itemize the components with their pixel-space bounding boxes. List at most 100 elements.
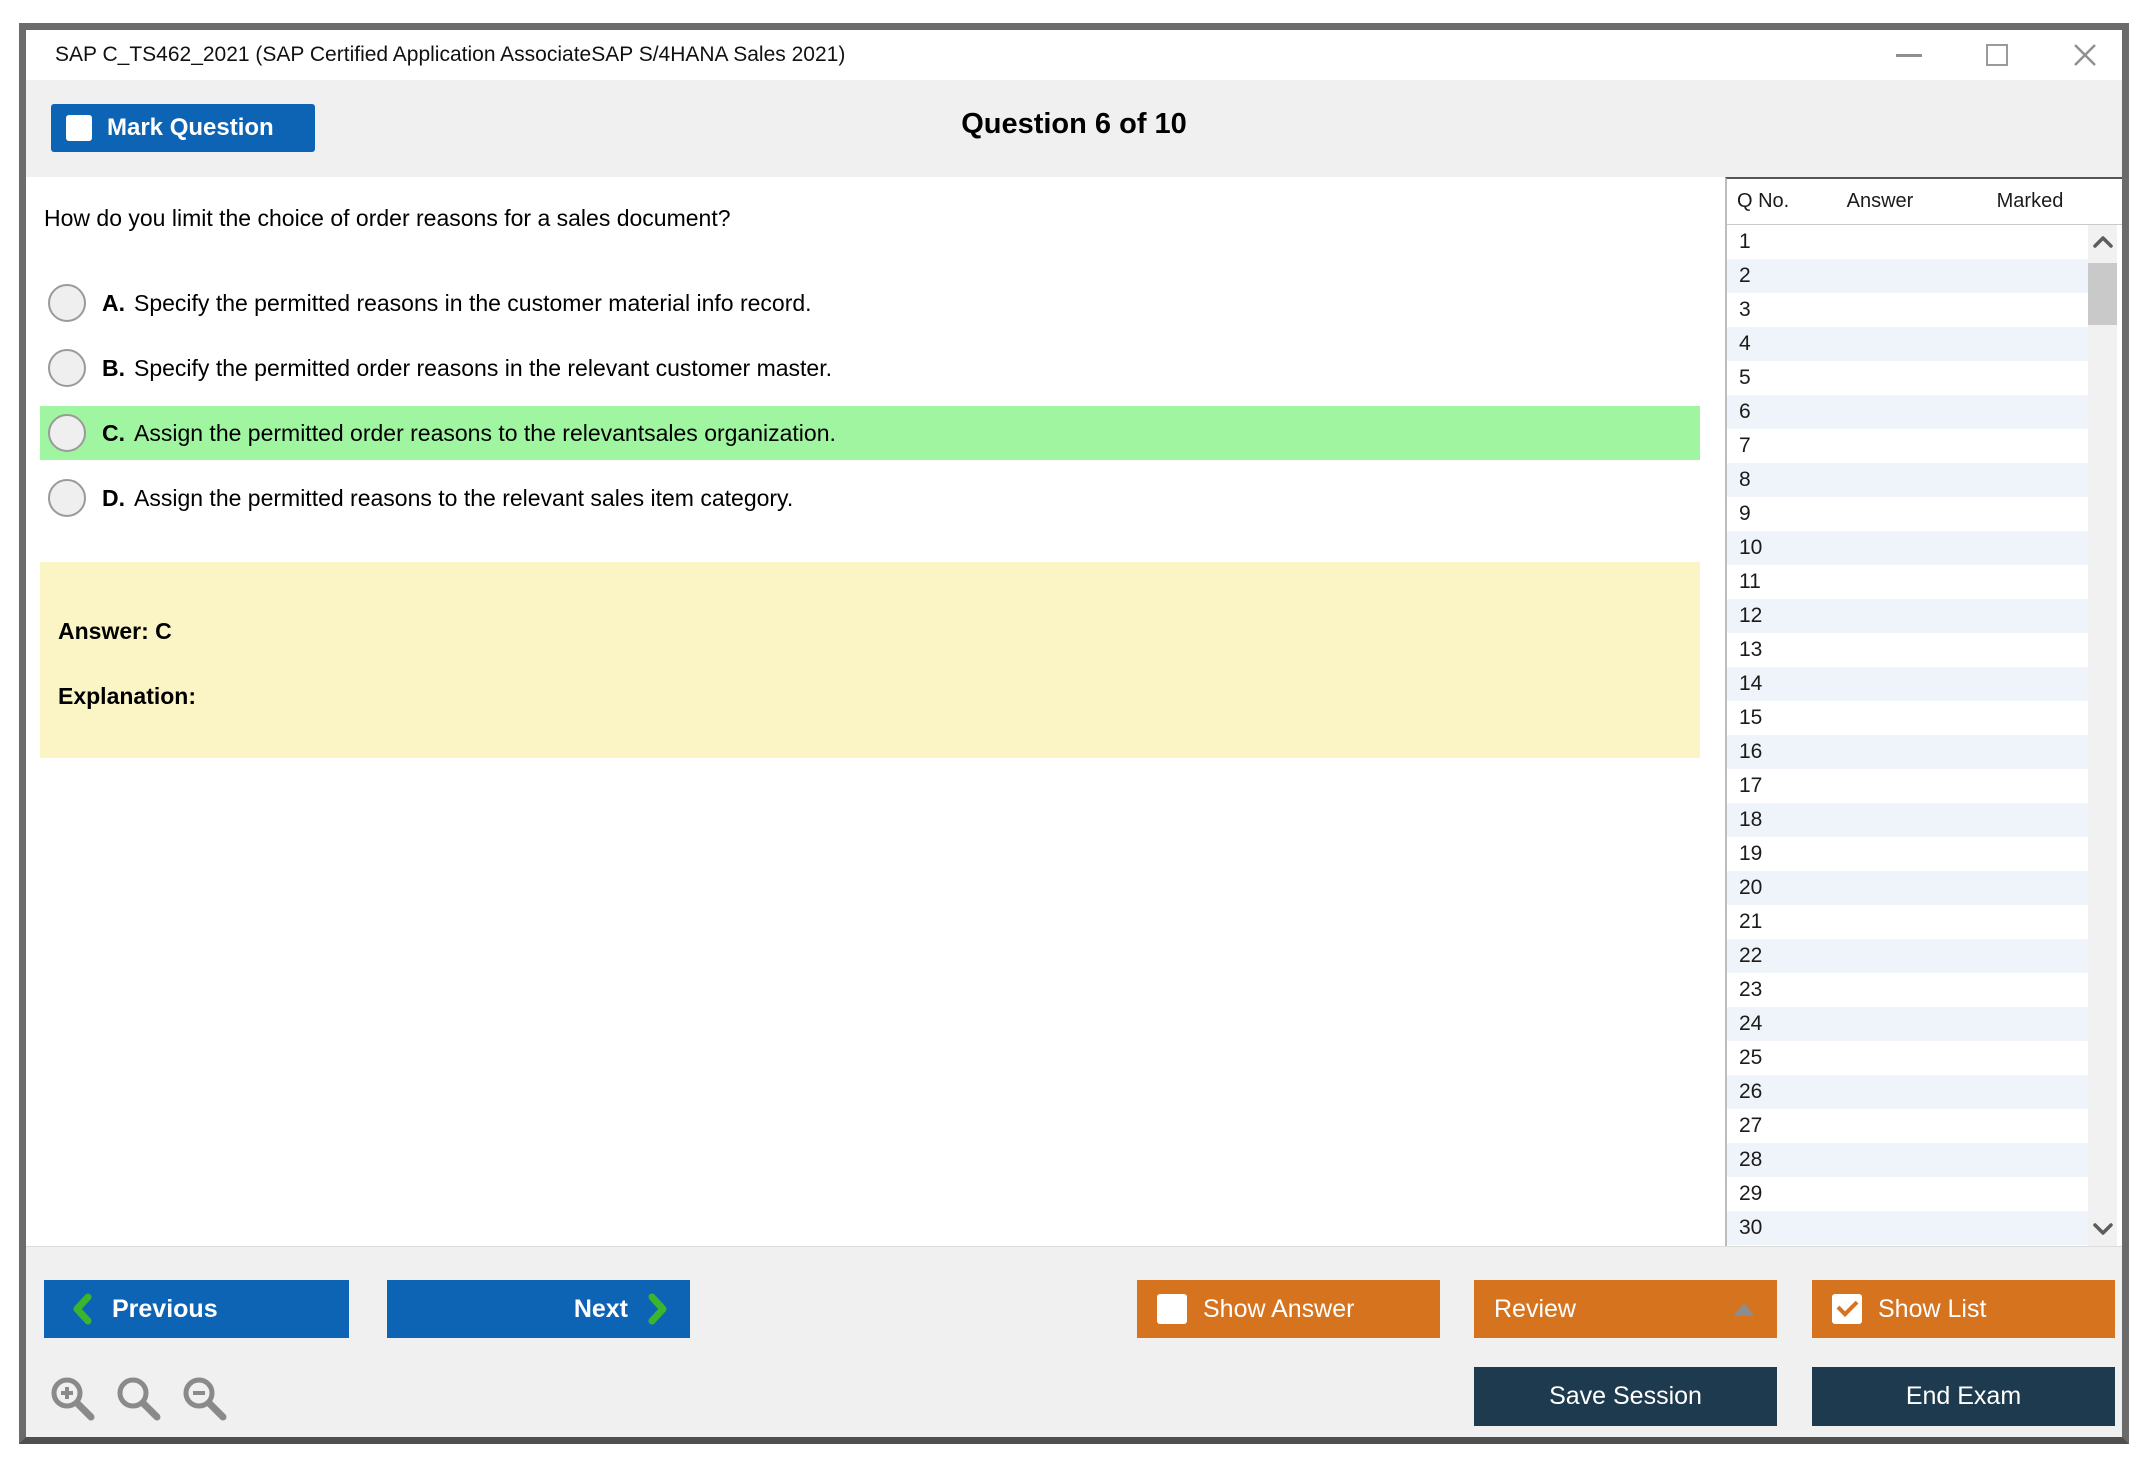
question-list-row[interactable]: 16 — [1727, 735, 2088, 769]
question-number: 16 — [1739, 740, 1763, 763]
question-list-row[interactable]: 20 — [1727, 871, 2088, 905]
question-text: How do you limit the choice of order rea… — [44, 205, 731, 231]
previous-button[interactable]: Previous — [44, 1280, 349, 1338]
question-list-row[interactable]: 21 — [1727, 905, 2088, 939]
question-list-body: 1 2 3 4 5 6 7 8 9 10 11 12 13 14 15 16 1… — [1727, 225, 2122, 1246]
question-list-row[interactable]: 11 — [1727, 565, 2088, 599]
radio-button[interactable] — [48, 479, 86, 517]
question-list: 1 2 3 4 5 6 7 8 9 10 11 12 13 14 15 16 1… — [1727, 225, 2088, 1245]
question-number: 14 — [1739, 672, 1763, 695]
question-number: 28 — [1739, 1148, 1763, 1171]
maximize-button[interactable] — [1982, 40, 2012, 70]
question-list-row[interactable]: 24 — [1727, 1007, 2088, 1041]
question-list-row[interactable]: 27 — [1727, 1109, 2088, 1143]
question-list-row[interactable]: 29 — [1727, 1177, 2088, 1211]
question-list-row[interactable]: 1 — [1727, 225, 2088, 259]
question-list-row[interactable]: 3 — [1727, 293, 2088, 327]
question-list-row[interactable]: 8 — [1727, 463, 2088, 497]
question-list-row[interactable]: 22 — [1727, 939, 2088, 973]
show-list-button[interactable]: Show List — [1812, 1280, 2115, 1338]
question-number: 20 — [1739, 876, 1763, 899]
question-number: 5 — [1739, 366, 1751, 389]
question-list-row[interactable]: 4 — [1727, 327, 2088, 361]
option-text: Specify the permitted reasons in the cus… — [134, 289, 812, 316]
answer-option-a[interactable]: A. Specify the permitted reasons in the … — [40, 276, 1700, 330]
scrollbar-thumb[interactable] — [2088, 263, 2117, 325]
question-number: 12 — [1739, 604, 1763, 627]
show-list-checkbox[interactable] — [1832, 1294, 1862, 1324]
window-title: SAP C_TS462_2021 (SAP Certified Applicat… — [55, 43, 846, 66]
chevron-up-icon — [2092, 236, 2113, 248]
question-list-row[interactable]: 30 — [1727, 1211, 2088, 1245]
show-answer-label: Show Answer — [1203, 1294, 1355, 1323]
option-text: Specify the permitted order reasons in t… — [134, 354, 832, 381]
question-number: 27 — [1739, 1114, 1763, 1137]
question-panel: How do you limit the choice of order rea… — [26, 177, 1725, 1246]
save-session-label: Save Session — [1549, 1382, 1702, 1410]
radio-button[interactable] — [48, 414, 86, 452]
chevron-down-icon — [2092, 1223, 2113, 1235]
question-number: 26 — [1739, 1080, 1763, 1103]
option-text: Assign the permitted order reasons to th… — [134, 419, 836, 446]
chevron-left-icon — [73, 1293, 92, 1325]
save-session-button[interactable]: Save Session — [1474, 1367, 1777, 1426]
question-list-row[interactable]: 23 — [1727, 973, 2088, 1007]
question-number: 2 — [1739, 264, 1751, 287]
question-list-row[interactable]: 18 — [1727, 803, 2088, 837]
zoom-out-icon[interactable] — [180, 1374, 230, 1424]
answer-option-d[interactable]: D. Assign the permitted reasons to the r… — [40, 471, 1700, 525]
minimize-icon — [1896, 53, 1922, 57]
question-number: 17 — [1739, 774, 1763, 797]
window-controls — [1894, 40, 2100, 70]
question-list-row[interactable]: 9 — [1727, 497, 2088, 531]
question-number: 18 — [1739, 808, 1763, 831]
app-window: SAP C_TS462_2021 (SAP Certified Applicat… — [19, 23, 2129, 1444]
question-list-row[interactable]: 26 — [1727, 1075, 2088, 1109]
question-list-row[interactable]: 6 — [1727, 395, 2088, 429]
question-number: 11 — [1739, 570, 1761, 593]
question-list-row[interactable]: 13 — [1727, 633, 2088, 667]
question-list-row[interactable]: 28 — [1727, 1143, 2088, 1177]
option-text: Assign the permitted reasons to the rele… — [134, 484, 794, 511]
titlebar: SAP C_TS462_2021 (SAP Certified Applicat… — [26, 30, 2122, 80]
question-list-row[interactable]: 7 — [1727, 429, 2088, 463]
question-number: 23 — [1739, 978, 1763, 1001]
question-list-row[interactable]: 15 — [1727, 701, 2088, 735]
column-header-qno: Q No. — [1737, 190, 1790, 212]
question-list-header: Q No. Answer Marked — [1727, 179, 2122, 225]
question-list-scrollbar[interactable] — [2088, 225, 2117, 1246]
review-label: Review — [1494, 1294, 1576, 1323]
next-label: Next — [573, 1294, 628, 1323]
show-answer-button[interactable]: Show Answer — [1137, 1280, 1440, 1338]
radio-button[interactable] — [48, 284, 86, 322]
show-answer-checkbox[interactable] — [1157, 1294, 1187, 1324]
question-number: 8 — [1739, 468, 1751, 491]
option-letter: C. — [102, 419, 125, 446]
zoom-in-icon[interactable] — [48, 1374, 98, 1424]
question-list-row[interactable]: 25 — [1727, 1041, 2088, 1075]
question-list-row[interactable]: 17 — [1727, 769, 2088, 803]
end-exam-button[interactable]: End Exam — [1812, 1367, 2115, 1426]
zoom-controls — [48, 1374, 230, 1424]
answer-option-c[interactable]: C. Assign the permitted order reasons to… — [40, 406, 1700, 460]
review-button[interactable]: Review — [1474, 1280, 1777, 1338]
question-list-row[interactable]: 12 — [1727, 599, 2088, 633]
question-number: 3 — [1739, 298, 1751, 321]
column-header-answer: Answer — [1846, 190, 1914, 212]
scroll-down-button[interactable] — [2088, 1214, 2117, 1244]
question-list-row[interactable]: 2 — [1727, 259, 2088, 293]
answer-box: Answer: C Explanation: — [40, 562, 1700, 758]
close-button[interactable] — [2070, 40, 2100, 70]
question-list-row[interactable]: 14 — [1727, 667, 2088, 701]
search-icon[interactable] — [114, 1374, 164, 1424]
minimize-button[interactable] — [1894, 40, 1924, 70]
scroll-up-button[interactable] — [2088, 227, 2117, 257]
next-button[interactable]: Next — [387, 1280, 690, 1338]
question-list-row[interactable]: 19 — [1727, 837, 2088, 871]
question-list-row[interactable]: 10 — [1727, 531, 2088, 565]
question-number: 4 — [1739, 332, 1751, 355]
radio-button[interactable] — [48, 349, 86, 387]
question-list-row[interactable]: 5 — [1727, 361, 2088, 395]
answer-option-b[interactable]: B. Specify the permitted order reasons i… — [40, 341, 1700, 395]
question-number: 29 — [1739, 1182, 1763, 1205]
